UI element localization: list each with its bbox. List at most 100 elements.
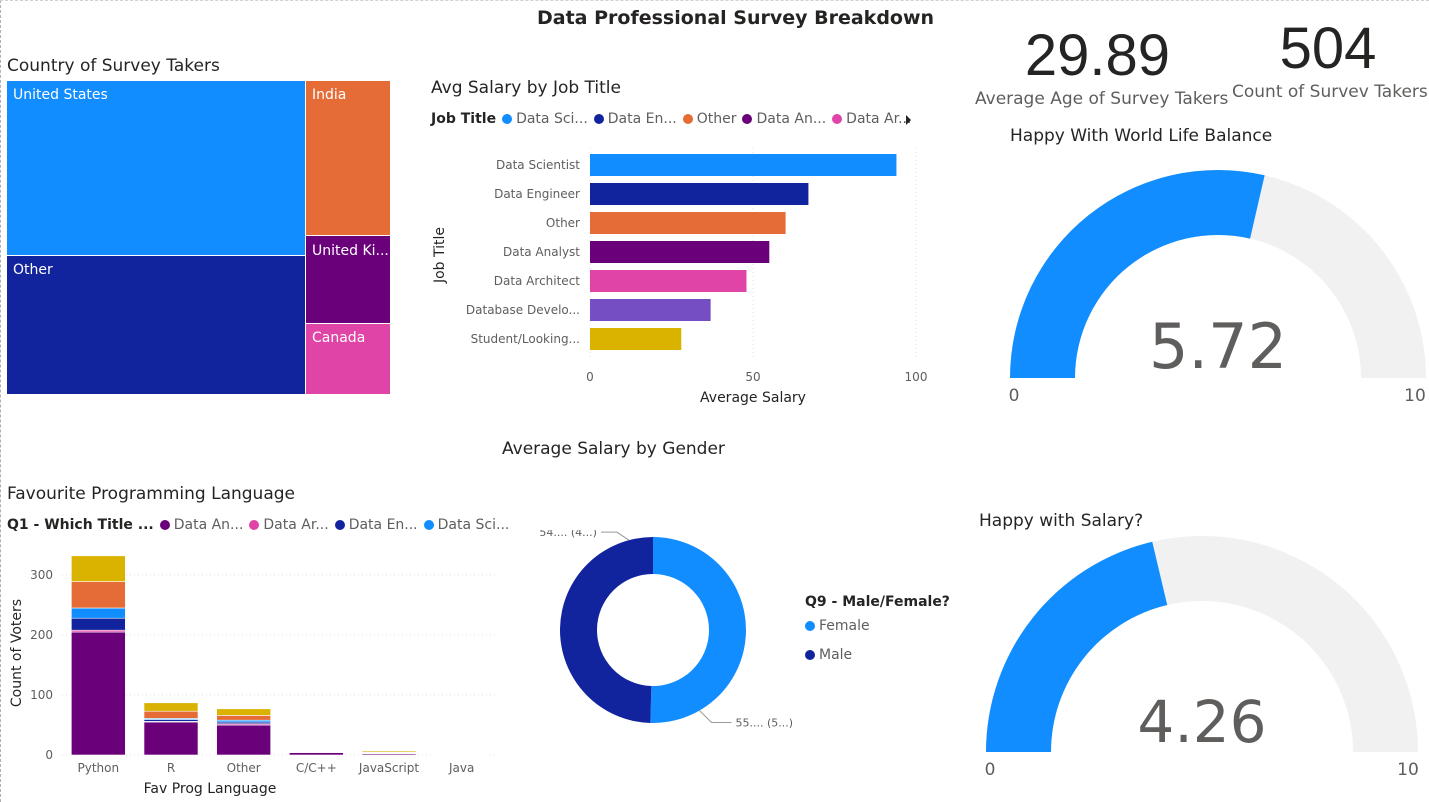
kpi-avg-age-card[interactable]: 29.89 Average Age of Survey Takers (975, 22, 1229, 109)
bar (590, 241, 770, 263)
legend-dot (249, 520, 260, 530)
lang-stacked-bar-chart: 0 100 200 300 Python R Other C/C++ JavaScript Jav… (9, 555, 498, 797)
legend-item[interactable]: Other (682, 111, 736, 127)
gauge-value: 4.26 (1137, 688, 1266, 756)
gauge-min-label: 0 (985, 760, 996, 780)
gender-donut-chart: 55.... (5...) 54.... (4...) (539, 530, 793, 730)
stacked-bar-segment (216, 708, 271, 716)
kpi-count-card[interactable]: 504 Count of Survev Takers (1232, 15, 1428, 102)
x-category-label: C/C++ (296, 761, 337, 775)
legend-label: Data Sci... (437, 517, 510, 533)
gauge-max-label: 10 (1404, 386, 1426, 406)
bar (590, 212, 786, 234)
legend-label: Data Ar... (263, 517, 329, 533)
kpi-count-label: Count of Survev Takers (1232, 82, 1428, 102)
legend-label: Male (819, 647, 853, 663)
treemap-cell-canada[interactable]: Canada (306, 324, 390, 394)
x-tick-label: 100 (905, 370, 928, 384)
x-axis-label: Average Salary (700, 390, 806, 406)
treemap-title: Country of Survey Takers (7, 56, 220, 76)
legend-label: Data An... (173, 517, 244, 533)
data-label: 54.... (4...) (539, 530, 597, 539)
gender-chart-title: Average Salary by Gender (502, 439, 725, 459)
legend-dot (334, 520, 345, 530)
legend-dot (805, 650, 815, 660)
stacked-bar-segment (216, 724, 271, 756)
y-axis-label: Job Title (432, 227, 448, 284)
gauge2-title: Happy with Salary? (979, 511, 1144, 531)
y-category-label: Data Engineer (494, 187, 580, 201)
legend-label: Data An... (756, 111, 827, 127)
treemap-cell-united-kingdom[interactable]: United Ki... (306, 236, 390, 323)
legend-next-icon[interactable] (900, 112, 916, 128)
x-category-label: R (167, 761, 175, 775)
bar (590, 183, 809, 205)
legend-label: Data Sci... (516, 111, 588, 127)
bar (590, 299, 711, 321)
legend-dot (502, 114, 513, 124)
legend-item[interactable]: Data An... (159, 517, 244, 533)
kpi-count-value: 504 (1279, 16, 1377, 81)
legend-item[interactable]: Data Sci... (423, 517, 510, 533)
legend-item[interactable]: Data An... (742, 111, 826, 127)
stacked-bar-segment (361, 750, 417, 753)
treemap-cell-other[interactable]: Other (7, 256, 305, 394)
treemap-cell-label: Canada (312, 330, 366, 346)
legend-dot (832, 114, 843, 124)
gauge-min-label: 0 (1009, 386, 1020, 406)
bar (590, 328, 682, 350)
gauge-work-life-balance: 5.72 0 10 (1009, 170, 1426, 406)
legend-dot (423, 520, 434, 530)
treemap-cell-india[interactable]: India (306, 81, 390, 235)
y-category-label: Data Architect (494, 274, 581, 288)
stacked-bar-segment (71, 617, 126, 631)
legend-item[interactable]: Data En... (593, 111, 677, 127)
legend-item[interactable]: Data Sci... (502, 111, 588, 127)
legend-title: Job Title (431, 111, 497, 127)
legend-dot (159, 520, 170, 530)
y-category-label: Student/Looking... (471, 332, 580, 346)
y-category-label: Data Analyst (503, 245, 580, 259)
x-tick-label: 50 (745, 370, 760, 384)
treemap-cell-united-states[interactable]: United States (7, 81, 305, 255)
legend-label: Data En... (607, 111, 677, 127)
stacked-bar-segment (143, 702, 199, 712)
treemap-cell-label: India (312, 87, 347, 103)
gauge-happy-with-salary: 4.26 0 10 (985, 536, 1419, 780)
stacked-bar-segment (71, 631, 126, 756)
gauge-value: 5.72 (1149, 310, 1287, 383)
legend-item[interactable]: Data En... (334, 517, 418, 533)
legend-item[interactable]: Data Ar... (249, 517, 329, 533)
stacked-bar-segment (216, 715, 271, 721)
lang-legend: Q1 - Which Title ... Data An... Data Ar.… (7, 517, 509, 533)
gender-legend-item-male[interactable]: Male (805, 647, 852, 663)
stacked-bar-segment (71, 607, 126, 619)
y-tick-label: 300 (30, 568, 53, 582)
leader-line (699, 710, 732, 724)
lang-chart-title: Favourite Programming Language (7, 484, 295, 504)
legend-label: Data En... (348, 517, 418, 533)
stacked-bar-segment (289, 752, 344, 756)
kpi-avg-age-label: Average Age of Survey Takers (975, 89, 1229, 109)
job-salary-chart-title: Avg Salary by Job Title (431, 78, 621, 98)
y-category-label: Other (546, 216, 580, 230)
legend-dot (682, 114, 693, 124)
y-category-label: Data Scientist (496, 158, 580, 172)
stacked-bar-segment (434, 752, 489, 755)
x-tick-label: 0 (586, 370, 594, 384)
gauge-max-label: 10 (1397, 760, 1419, 780)
donut-slice (650, 537, 746, 723)
legend-dot (742, 114, 753, 124)
y-axis-label: Count of Voters (9, 599, 25, 707)
stacked-bar-segment (71, 581, 126, 609)
y-category-label: Database Develo... (466, 303, 580, 317)
bar (590, 154, 897, 176)
y-tick-label: 100 (30, 688, 53, 702)
bar (590, 270, 747, 292)
treemap-cell-label: United States (13, 87, 108, 103)
gender-legend-item-female[interactable]: Female (805, 618, 870, 634)
page-top-border (0, 0, 1429, 1)
stacked-bar-segment (143, 721, 199, 756)
legend-label: Female (819, 618, 870, 634)
donut-slice (559, 537, 653, 723)
